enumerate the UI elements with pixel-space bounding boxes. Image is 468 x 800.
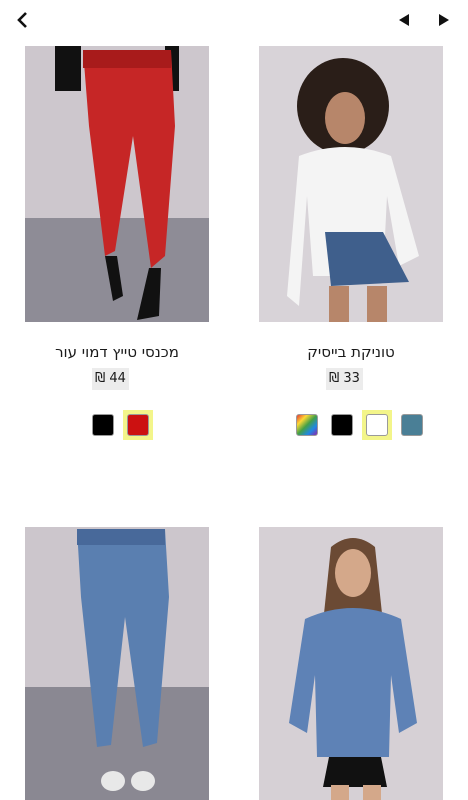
color-swatches <box>88 410 153 440</box>
color-swatch-multicolor[interactable] <box>292 410 322 440</box>
previous-button[interactable] <box>394 10 414 30</box>
product-name[interactable]: טוניקת בייסיק <box>259 342 443 362</box>
product-card[interactable] <box>25 527 209 800</box>
product-image[interactable] <box>25 527 209 800</box>
product-card[interactable] <box>259 527 443 800</box>
caret-right-icon <box>439 14 449 26</box>
color-swatch-red[interactable] <box>123 410 153 440</box>
color-swatch-black[interactable] <box>88 410 118 440</box>
product-image[interactable] <box>259 46 443 322</box>
color-swatches <box>292 410 427 440</box>
color-swatch-white[interactable] <box>362 410 392 440</box>
caret-left-icon <box>399 14 409 26</box>
product-card[interactable]: טוניקת בייסיק 33 ₪ <box>259 46 443 446</box>
product-price: 44 ₪ <box>92 368 129 390</box>
chevron-left-icon <box>17 12 27 28</box>
product-image[interactable] <box>259 527 443 800</box>
product-price: 33 ₪ <box>326 368 363 390</box>
back-button[interactable] <box>13 10 33 30</box>
product-card[interactable]: מכנסי טייץ דמוי עור 44 ₪ <box>25 46 209 446</box>
color-swatch-teal[interactable] <box>397 410 427 440</box>
next-button[interactable] <box>434 10 454 30</box>
color-swatch-black[interactable] <box>327 410 357 440</box>
product-image[interactable] <box>25 46 209 322</box>
product-name[interactable]: מכנסי טייץ דמוי עור <box>25 342 209 362</box>
